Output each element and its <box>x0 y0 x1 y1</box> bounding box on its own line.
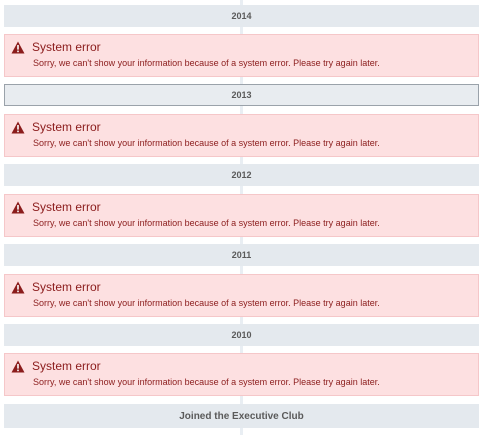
system-error-alert: System error Sorry, we can't show your i… <box>4 114 479 157</box>
system-error-alert: System error Sorry, we can't show your i… <box>4 194 479 237</box>
error-title: System error <box>32 200 101 214</box>
system-error-alert: System error Sorry, we can't show your i… <box>4 34 479 77</box>
system-error-alert: System error Sorry, we can't show your i… <box>4 353 479 396</box>
error-message: Sorry, we can't show your information be… <box>33 58 380 68</box>
warning-triangle-icon <box>11 201 25 214</box>
membership-timeline: 2014 System error Sorry, we can't show y… <box>0 0 483 435</box>
warning-triangle-icon <box>11 281 25 294</box>
year-header-2012[interactable]: 2012 <box>4 164 479 186</box>
year-header-2013[interactable]: 2013 <box>4 84 479 106</box>
error-message: Sorry, we can't show your information be… <box>33 138 380 148</box>
error-title: System error <box>32 40 101 54</box>
error-title: System error <box>32 359 101 373</box>
error-message: Sorry, we can't show your information be… <box>33 218 380 228</box>
year-label: 2013 <box>231 90 252 100</box>
year-header-2010[interactable]: 2010 <box>4 324 479 346</box>
year-label: 2010 <box>231 330 252 340</box>
system-error-alert: System error Sorry, we can't show your i… <box>4 274 479 317</box>
warning-triangle-icon <box>11 360 25 373</box>
joined-label: Joined the Executive Club <box>179 410 304 422</box>
joined-executive-club-marker: Joined the Executive Club <box>4 404 479 428</box>
error-title: System error <box>32 120 101 134</box>
year-label: 2012 <box>231 170 252 180</box>
year-label: 2014 <box>231 11 252 21</box>
warning-triangle-icon <box>11 121 25 134</box>
year-label: 2011 <box>231 250 252 260</box>
year-header-2011[interactable]: 2011 <box>4 244 479 266</box>
error-title: System error <box>32 280 101 294</box>
error-message: Sorry, we can't show your information be… <box>33 298 380 308</box>
year-header-2014[interactable]: 2014 <box>4 5 479 27</box>
warning-triangle-icon <box>11 41 25 54</box>
error-message: Sorry, we can't show your information be… <box>33 377 380 387</box>
